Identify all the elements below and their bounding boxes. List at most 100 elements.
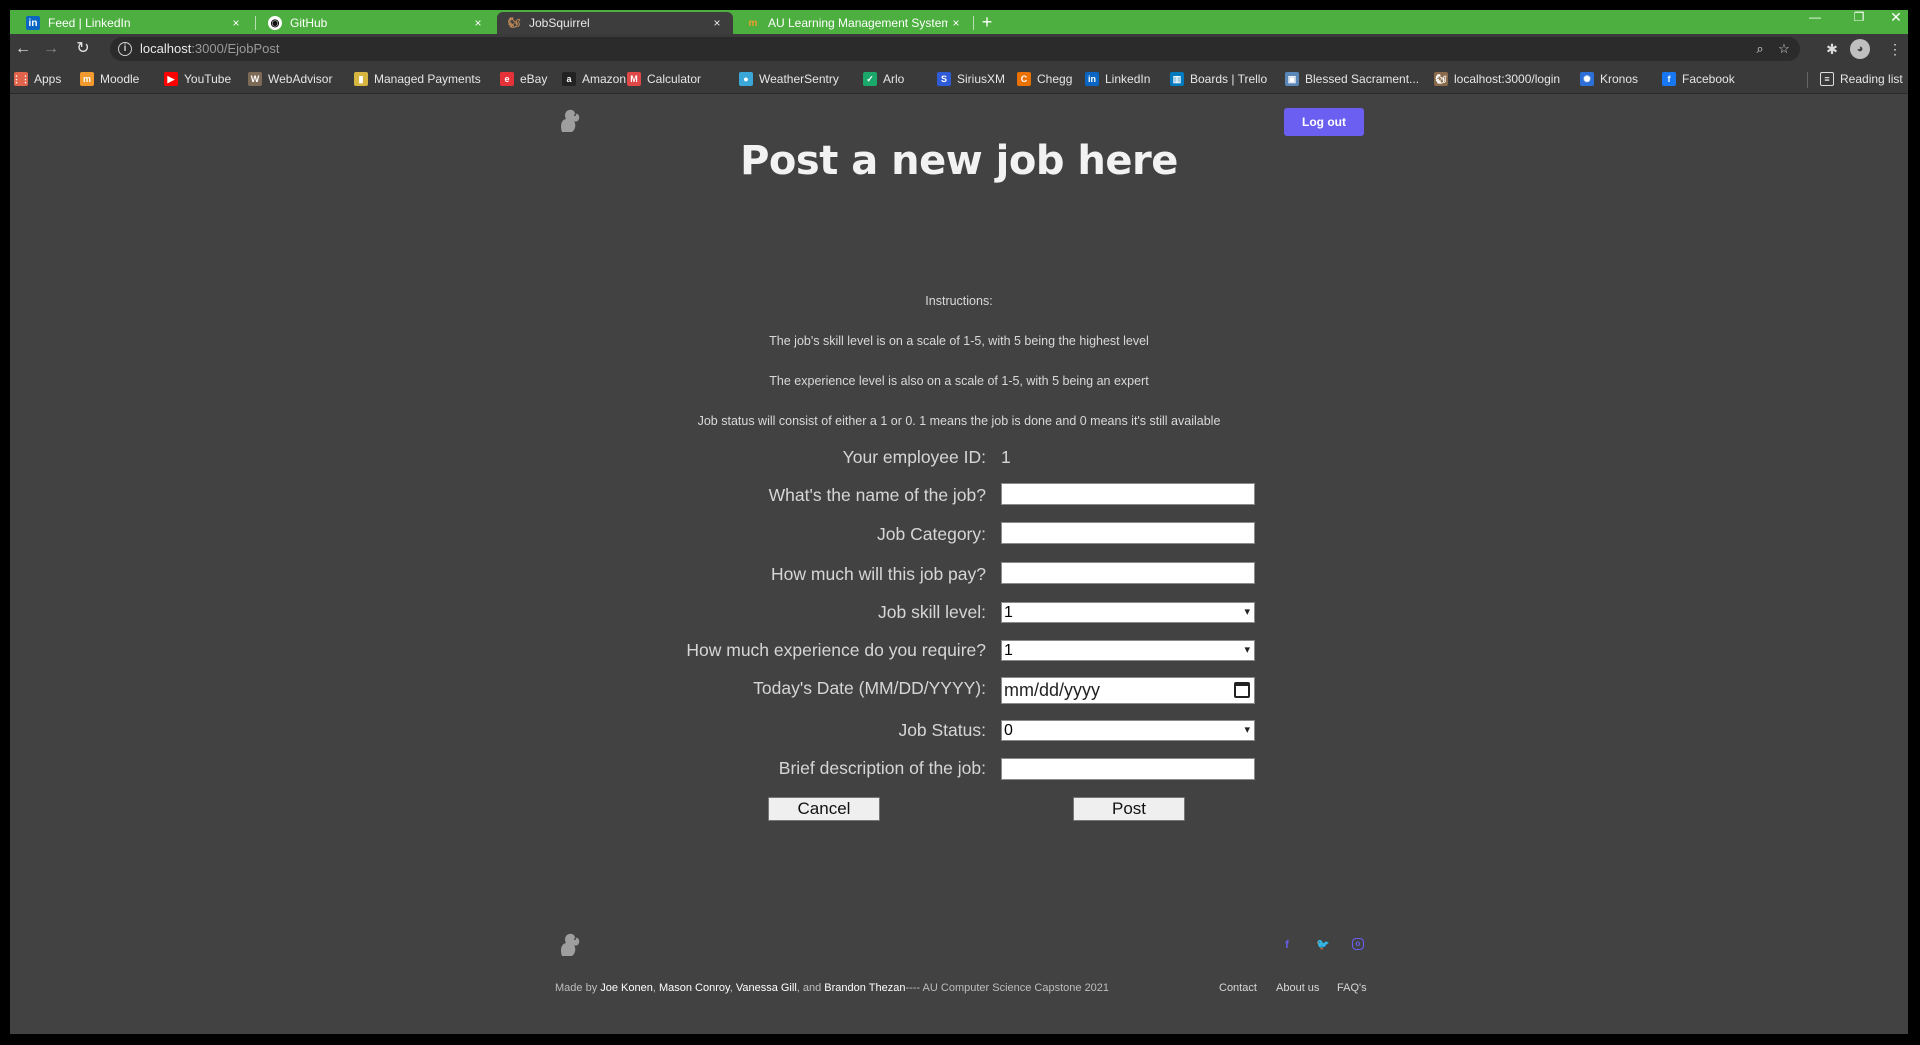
- tab-divider: [255, 16, 256, 30]
- instagram-icon[interactable]: o: [1352, 938, 1364, 950]
- bookmark-youtube[interactable]: ▶ YouTube: [164, 71, 231, 87]
- close-icon[interactable]: ×: [470, 16, 486, 30]
- bookmark-label: Chegg: [1037, 72, 1073, 86]
- bookmark-label: Facebook: [1682, 72, 1735, 86]
- bookmark-label: SiriusXM: [957, 72, 1006, 86]
- bookmark-star-icon[interactable]: ☆: [1774, 39, 1794, 59]
- bookmark-siriusxm[interactable]: S SiriusXM: [937, 71, 1005, 87]
- footer-squirrel-logo-icon[interactable]: [558, 932, 582, 958]
- bookmark-apps[interactable]: ⋮⋮ Apps: [12, 71, 61, 87]
- date-input[interactable]: mm/dd/yyyy: [1001, 677, 1255, 704]
- url-text[interactable]: localhost:3000/EjobPost: [140, 41, 280, 56]
- reading-list[interactable]: ≡ Reading list: [1820, 71, 1903, 87]
- extensions-icon[interactable]: ✱: [1821, 38, 1843, 60]
- chevron-down-icon: ▾: [1244, 644, 1250, 656]
- description-row: Brief description of the job:: [10, 758, 1908, 784]
- job-pay-input[interactable]: [1001, 562, 1255, 584]
- twitter-icon[interactable]: 🐦: [1316, 938, 1330, 952]
- close-icon[interactable]: ×: [709, 16, 725, 30]
- bookmark-kronos[interactable]: ✺ Kronos: [1580, 71, 1638, 87]
- post-button[interactable]: Post: [1073, 797, 1185, 821]
- minimize-icon[interactable]: —: [1796, 10, 1834, 28]
- cancel-button[interactable]: Cancel: [768, 797, 880, 821]
- site-info-icon[interactable]: i: [118, 42, 132, 56]
- bookmark-label: localhost:3000/login: [1454, 72, 1561, 86]
- url-path: :3000/EjobPost: [191, 41, 280, 56]
- new-tab-button[interactable]: +: [976, 12, 998, 34]
- job-name-input[interactable]: [1001, 483, 1255, 505]
- bookmark-label: LinkedIn: [1105, 72, 1151, 86]
- employee-id-value: 1: [1001, 447, 1011, 467]
- linkedin-icon: in: [1085, 72, 1099, 86]
- page-title: Post a new job here: [740, 138, 1178, 184]
- bookmark-calculator[interactable]: M Calculator: [627, 71, 701, 87]
- tab-title: AU Learning Management System: [768, 16, 948, 30]
- bookmark-label: Amazon: [582, 72, 627, 86]
- tab-linkedin[interactable]: in Feed | LinkedIn ×: [16, 12, 252, 34]
- tab-strip: in Feed | LinkedIn × ◉ GitHub × 🐿 JobSqu…: [10, 10, 1908, 34]
- close-window-icon[interactable]: ✕: [1884, 10, 1908, 28]
- bookmark-chegg[interactable]: C Chegg: [1017, 71, 1072, 87]
- bookmark-arlo[interactable]: ✓ Arlo: [863, 71, 904, 87]
- bookmark-managed-payments[interactable]: ▮ Managed Payments: [354, 71, 481, 87]
- about-us-link[interactable]: About us: [1276, 982, 1319, 994]
- faqs-link[interactable]: FAQ's: [1337, 982, 1367, 994]
- ebay-icon: e: [500, 72, 514, 86]
- skill-level-select[interactable]: 1 ▾: [1001, 602, 1255, 623]
- bookmark-webadvisor[interactable]: W WebAdvisor: [248, 71, 332, 87]
- job-pay-label: How much will this job pay?: [771, 564, 986, 584]
- forward-arrow-icon[interactable]: →: [40, 38, 62, 60]
- arlo-icon: ✓: [863, 72, 877, 86]
- contact-link[interactable]: Contact: [1219, 982, 1257, 994]
- facebook-icon[interactable]: f: [1280, 938, 1294, 952]
- logout-button[interactable]: Log out: [1284, 108, 1364, 136]
- experience-select[interactable]: 1 ▾: [1001, 640, 1255, 661]
- experience-label: How much experience do you require?: [686, 640, 986, 660]
- youtube-icon: ▶: [164, 72, 178, 86]
- description-input[interactable]: [1001, 758, 1255, 780]
- tab-jobsquirrel[interactable]: 🐿 JobSquirrel ×: [497, 12, 733, 34]
- moodle-icon: m: [80, 72, 94, 86]
- back-arrow-icon[interactable]: ←: [12, 38, 34, 60]
- job-status-value: 0: [1004, 722, 1013, 739]
- job-pay-row: How much will this job pay?: [10, 562, 1908, 588]
- restore-icon[interactable]: ❐: [1840, 10, 1878, 28]
- bookmark-facebook[interactable]: f Facebook: [1662, 71, 1735, 87]
- tab-au-lms[interactable]: m AU Learning Management System ×: [736, 12, 972, 34]
- address-bar[interactable]: i localhost:3000/EjobPost ⌕ ☆: [110, 37, 1800, 61]
- tab-title: Feed | LinkedIn: [48, 16, 131, 30]
- bookmark-label: WeatherSentry: [759, 72, 839, 86]
- profile-avatar[interactable]: ◕: [1850, 39, 1870, 59]
- bookmark-boards-trello[interactable]: ▥ Boards | Trello: [1170, 71, 1267, 87]
- job-status-select[interactable]: 0 ▾: [1001, 720, 1255, 741]
- kronos-icon: ✺: [1580, 72, 1594, 86]
- experience-row: How much experience do you require? 1 ▾: [10, 638, 1908, 664]
- squirrel-logo-icon[interactable]: [558, 108, 582, 134]
- instruction-experience: The experience level is also on a scale …: [769, 374, 1149, 388]
- made-by-text: Made by: [555, 982, 601, 994]
- bookmarks-bar: ⋮⋮ Apps m Moodle ▶ YouTube W WebAdvisor ▮ Managed…: [10, 64, 1908, 94]
- reload-icon[interactable]: ↻: [72, 38, 94, 60]
- bookmark-amazon[interactable]: a Amazon: [562, 71, 626, 87]
- bookmark-linkedin[interactable]: in LinkedIn: [1085, 71, 1150, 87]
- instructions-heading: Instructions:: [925, 294, 993, 308]
- calendar-icon[interactable]: [1234, 682, 1250, 698]
- footer-credits: Made by Joe Konen, Mason Conroy, Vanessa…: [555, 982, 1109, 994]
- menu-kebab-icon[interactable]: ⋮: [1884, 38, 1906, 60]
- skill-level-value: 1: [1004, 604, 1013, 621]
- job-category-input[interactable]: [1001, 522, 1255, 544]
- bookmark-localhost-3000-login[interactable]: 🐿 localhost:3000/login: [1434, 71, 1560, 87]
- page-content: Log out Post a new job here Instructions…: [10, 94, 1908, 1034]
- zoom-icon[interactable]: ⌕: [1750, 39, 1770, 59]
- reading-list-label: Reading list: [1840, 72, 1903, 86]
- bookmark-moodle[interactable]: m Moodle: [80, 71, 139, 87]
- bookmark-ebay[interactable]: e eBay: [500, 71, 547, 87]
- job-name-row: What's the name of the job?: [10, 483, 1908, 509]
- bookmark-label: WebAdvisor: [268, 72, 333, 86]
- author-name: Joe Konen: [600, 982, 653, 994]
- close-icon[interactable]: ×: [228, 16, 244, 30]
- close-icon[interactable]: ×: [948, 16, 964, 30]
- tab-github[interactable]: ◉ GitHub ×: [258, 12, 494, 34]
- bookmark-blessed-sacrament[interactable]: ▣ Blessed Sacrament...: [1285, 71, 1419, 87]
- bookmark-weathersentry[interactable]: ● WeatherSentry: [739, 71, 839, 87]
